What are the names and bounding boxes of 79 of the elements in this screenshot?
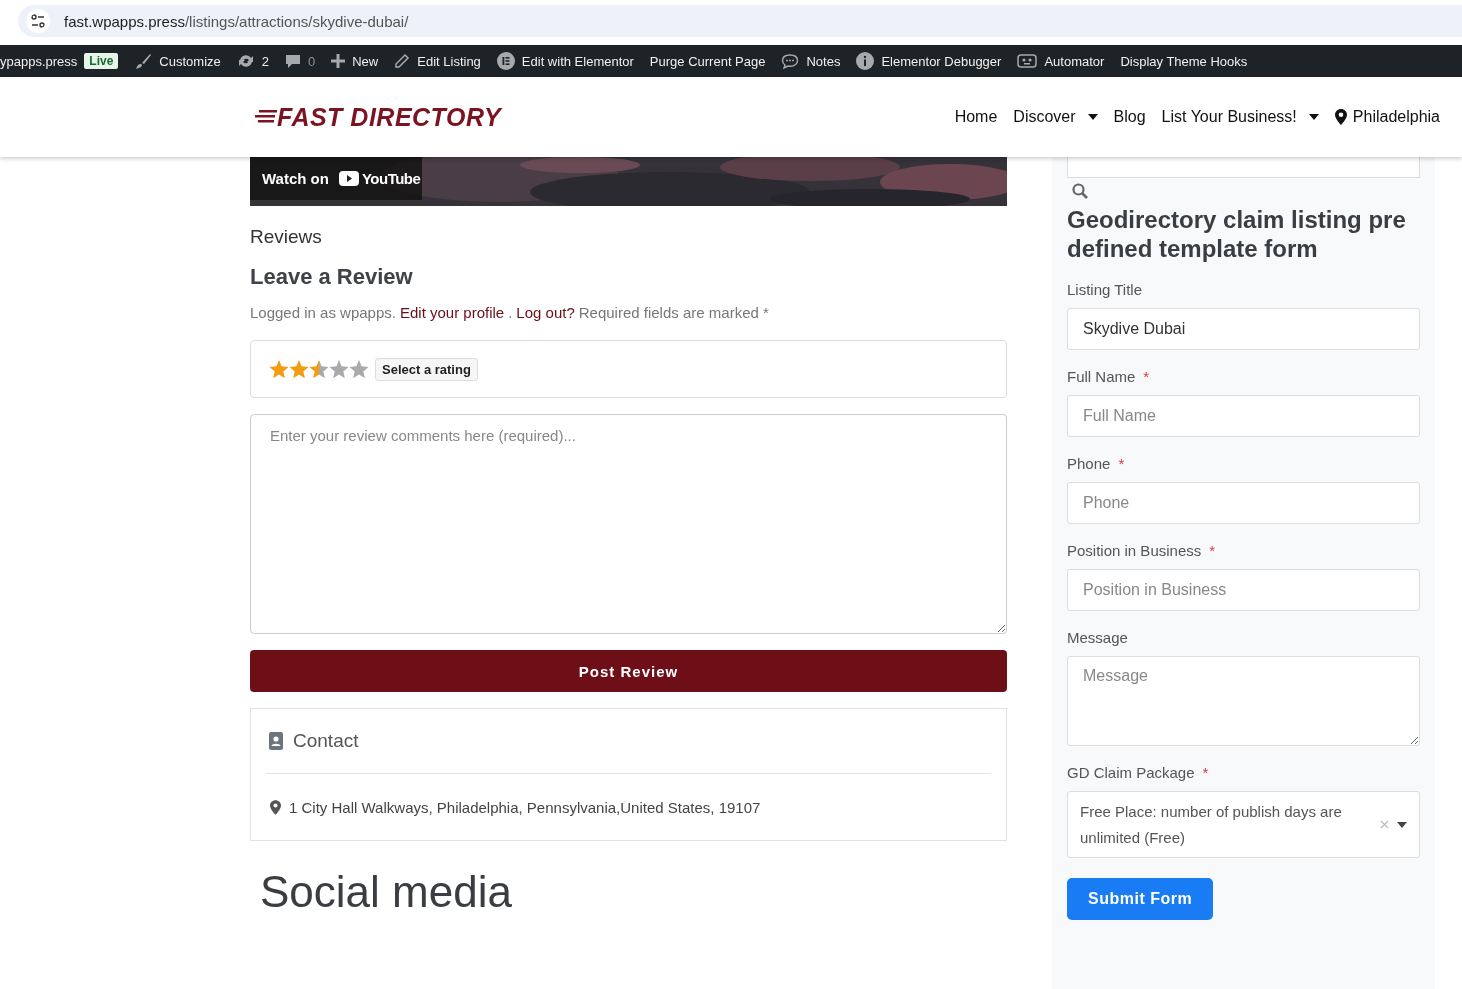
nav-link[interactable]: Philadelphia: [1334, 108, 1440, 126]
log-out-link[interactable]: Log out?: [516, 304, 575, 321]
admin-bar-item[interactable]: Edit with Elementor: [496, 52, 634, 70]
admin-bar-item[interactable]: 2: [236, 52, 269, 70]
address-text: 1 City Hall Walkways, Philadelphia, Pennsylvania,United States, 19107: [289, 798, 761, 816]
rating-label: Select a rating: [375, 357, 478, 381]
map-pin-icon: [1334, 109, 1347, 125]
field-label: GD Claim Package: [1067, 764, 1195, 781]
nav-link[interactable]: List Your Business!: [1161, 108, 1319, 126]
nav-link[interactable]: Blog: [1113, 108, 1146, 126]
edit-profile-link[interactable]: Edit your profile: [399, 304, 505, 321]
input-field[interactable]: Position in Business: [1067, 569, 1420, 611]
required-asterisk: *: [1143, 368, 1150, 385]
review-comment-field[interactable]: Enter your review comments here (required)...: [250, 414, 1007, 634]
robot-icon: [1017, 53, 1038, 69]
refresh-icon: [236, 52, 255, 70]
star-rating[interactable]: [269, 359, 369, 379]
admin-bar-item[interactable]: 0: [285, 53, 316, 69]
admin-bar-item[interactable]: ypapps.press Live: [0, 53, 119, 69]
address-bar[interactable]: fast.wpapps.press/listings/attractions/skydive-dubai/: [18, 5, 1462, 37]
clear-icon[interactable]: [1380, 820, 1389, 829]
plus-icon: [331, 54, 346, 68]
required-asterisk: *: [1202, 764, 1209, 781]
logged-in-text: Logged in as wpapps.: [250, 304, 396, 321]
input-field[interactable]: Full Name: [1067, 395, 1420, 437]
admin-bar-item[interactable]: Edit Listing: [394, 53, 481, 69]
field-label: Message: [1067, 629, 1128, 646]
caret-icon: [1087, 114, 1098, 120]
site-settings-icon[interactable]: [26, 9, 50, 33]
admin-bar-item[interactable]: Display Theme Hooks: [1120, 53, 1248, 69]
admin-bar-item[interactable]: Automator: [1017, 53, 1105, 69]
leave-review-heading: Leave a Review: [250, 264, 414, 290]
map-pin-icon: [270, 799, 281, 815]
message-field[interactable]: Message: [1067, 656, 1420, 746]
admin-bar-item[interactable]: Purge Current Page: [649, 53, 766, 69]
watch-on-youtube-button[interactable]: Watch on YouTube: [250, 157, 422, 200]
required-note: Required fields are marked *: [578, 304, 769, 321]
star-icon[interactable]: [289, 359, 309, 379]
period-text: .: [508, 304, 513, 321]
star-icon[interactable]: [269, 359, 289, 379]
input-field[interactable]: Phone: [1067, 482, 1420, 524]
submit-form-button[interactable]: Submit Form: [1067, 878, 1214, 920]
post-review-button[interactable]: Post Review: [250, 650, 1007, 692]
search-icon[interactable]: [1072, 183, 1088, 199]
star-icon[interactable]: [329, 359, 349, 379]
url-text: fast.wpapps.press/listings/attractions/skydive-dubai/: [64, 12, 409, 30]
nav-link[interactable]: Home: [954, 108, 998, 126]
chat-bubble-icon: [781, 53, 800, 69]
live-badge: Live: [84, 53, 119, 69]
required-asterisk: *: [1118, 455, 1125, 472]
admin-bar-item[interactable]: Elementor Debugger: [856, 52, 1002, 70]
elementor-icon: [496, 52, 515, 70]
field-label: Full Name: [1067, 368, 1136, 385]
package-dropdown[interactable]: Free Place: number of publish days are unlimited (Free): [1067, 791, 1420, 858]
admin-bar-item[interactable]: New: [331, 53, 379, 69]
caret-icon: [1308, 114, 1319, 120]
required-asterisk: *: [1209, 542, 1216, 559]
social-media-heading: Social media: [260, 867, 513, 917]
contact-heading: Contact: [293, 730, 359, 752]
input-field[interactable]: [1067, 157, 1420, 178]
admin-bar-item[interactable]: Notes: [781, 53, 841, 69]
info-icon: [856, 52, 875, 70]
brush-icon: [134, 52, 153, 70]
field-label: Position in Business: [1067, 542, 1202, 559]
site-logo[interactable]: FAST DIRECTORY: [255, 102, 502, 132]
field-label: Listing Title: [1067, 281, 1143, 298]
play-icon: [338, 171, 359, 186]
contact-card-icon: [269, 732, 283, 750]
caret-icon: [1397, 821, 1407, 828]
nav-link[interactable]: Discover: [1013, 108, 1098, 126]
admin-bar-item[interactable]: Customize: [134, 52, 221, 70]
form-title: Geodirectory claim listing pre defined template form: [1067, 205, 1407, 263]
star-icon[interactable]: [309, 359, 329, 379]
pencil-icon: [394, 53, 411, 69]
comment-icon: [285, 53, 301, 69]
star-icon[interactable]: [349, 359, 369, 379]
reviews-heading: Reviews: [250, 226, 323, 248]
input-field[interactable]: Skydive Dubai: [1067, 308, 1420, 350]
field-label: Phone: [1067, 455, 1111, 472]
